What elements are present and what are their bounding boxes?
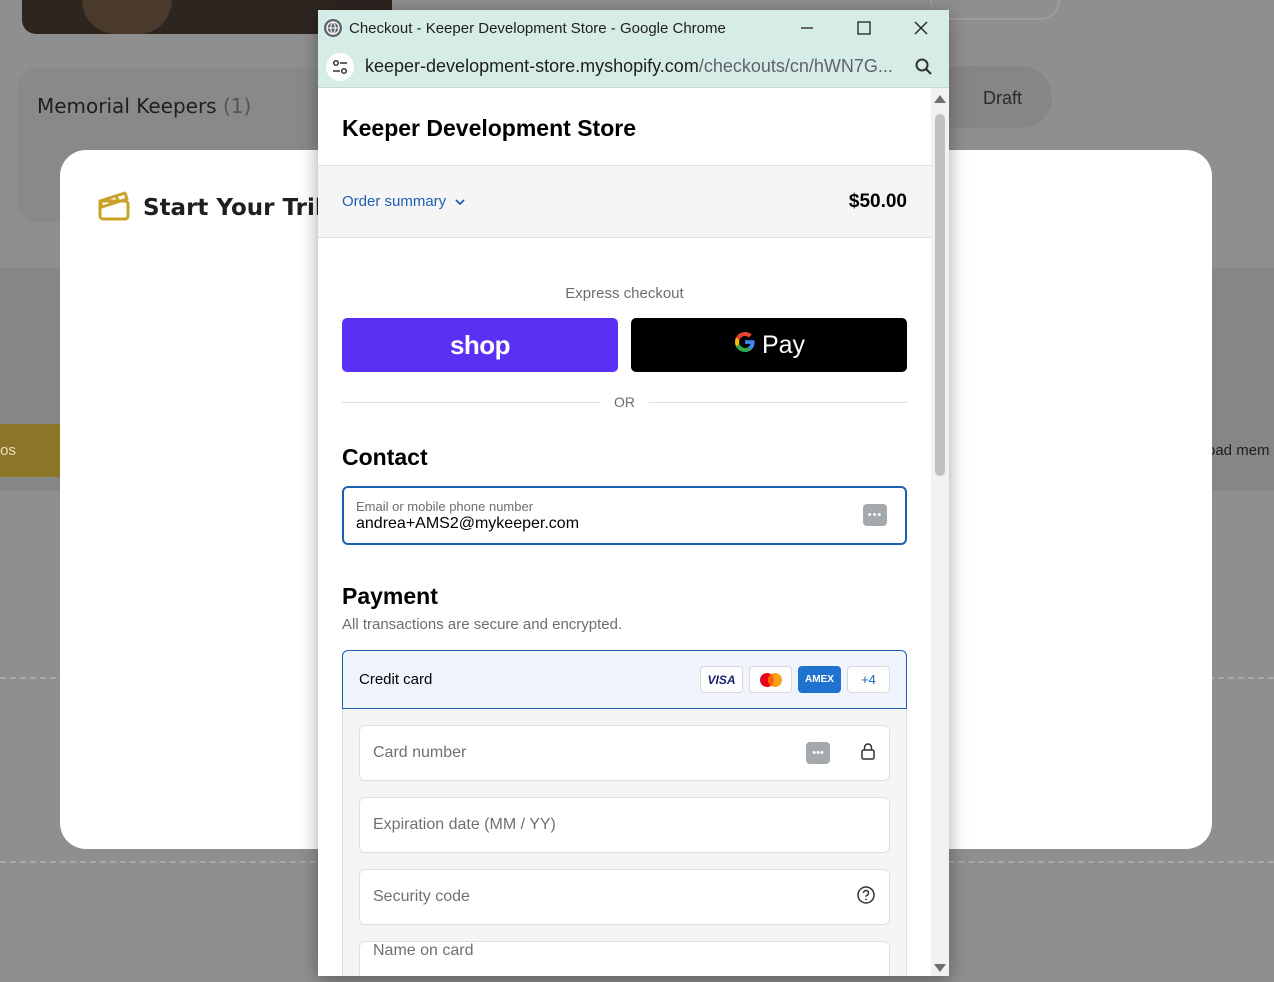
password-manager-icon[interactable]: ••• [806,742,830,764]
express-checkout-section: Express checkout shop Pay OR Contact Ema… [318,285,931,976]
card-number-placeholder: Card number [373,744,467,761]
minimize-button[interactable] [778,10,835,46]
google-pay-button[interactable]: Pay [631,318,907,372]
scroll-thumb[interactable] [935,114,945,476]
order-summary-toggle[interactable]: Order summary [342,193,466,210]
card-brands: VISA AMEX +4 [700,666,890,693]
express-buttons: shop Pay [342,318,907,372]
title-bar: Checkout - Keeper Development Store - Go… [318,10,949,46]
keepers-count: (1) [222,94,252,118]
globe-icon [324,19,342,37]
zoom-icon[interactable] [907,57,941,77]
scroll-up-icon[interactable] [934,95,946,103]
order-summary-label: Order summary [342,193,447,210]
order-total: $50.00 [848,190,907,212]
draft-label: Draft [983,88,1023,108]
google-g-icon [733,330,757,361]
address-bar: keeper-development-store.myshopify.com/c… [318,46,949,88]
close-button[interactable] [892,10,949,46]
password-manager-icon[interactable]: ••• [863,504,887,526]
top-pill [930,0,1060,20]
checkout-page: Keeper Development Store Order summary $… [318,88,931,976]
email-field[interactable]: Email or mobile phone number andrea+AMS2… [342,486,907,545]
card-number-field[interactable]: Card number ••• [359,725,890,781]
email-value[interactable]: andrea+AMS2@mykeeper.com [356,515,905,533]
window-title: Checkout - Keeper Development Store - Go… [349,19,726,37]
credit-card-option[interactable]: Credit card VISA AMEX +4 [342,650,907,709]
site-settings-icon[interactable] [326,52,354,81]
chevron-down-icon [454,193,466,210]
mastercard-icon [749,666,792,693]
visa-icon: VISA [700,666,743,693]
secure-note: All transactions are secure and encrypte… [342,616,623,633]
url-text[interactable]: keeper-development-store.myshopify.com/c… [365,56,907,77]
or-label: OR [614,394,635,410]
store-name[interactable]: Keeper Development Store [342,115,931,142]
keepers-title: Memorial Keepers (1) [37,94,252,118]
express-checkout-label: Express checkout [565,285,684,302]
payment-heading: Payment [342,583,438,609]
photos-tab: tos [0,424,62,477]
expiration-date-field[interactable]: Expiration date (MM / YY) [359,797,890,853]
expiration-placeholder: Expiration date (MM / YY) [373,816,556,833]
name-on-card-placeholder: Name on card [373,942,474,959]
maximize-button[interactable] [835,10,892,46]
name-on-card-field[interactable]: Name on card [359,941,890,976]
scroll-down-icon[interactable] [934,964,946,972]
clapperboard-icon [97,188,131,227]
more-cards-badge[interactable]: +4 [847,666,890,693]
google-pay-label: Pay [761,330,806,359]
security-code-field[interactable]: Security code [359,869,890,925]
shop-pay-logo: shop [449,329,511,360]
email-label: Email or mobile phone number [356,499,534,514]
amex-icon: AMEX [798,666,841,693]
scrollbar[interactable] [931,88,949,976]
security-code-placeholder: Security code [373,888,470,905]
contact-heading: Contact [342,444,428,470]
shop-pay-button[interactable]: shop [342,318,618,372]
order-summary-bar[interactable]: Order summary $50.00 [318,166,931,238]
card-fields: Card number ••• Expiration date (MM / YY… [342,709,907,976]
credit-card-label: Credit card [359,671,433,688]
upload-memory-text: oad mem [1207,442,1270,459]
lock-icon [860,742,876,765]
store-header: Keeper Development Store [318,88,931,166]
or-divider: OR [342,394,907,410]
checkout-window: Checkout - Keeper Development Store - Go… [318,10,949,976]
help-icon[interactable] [856,885,876,910]
